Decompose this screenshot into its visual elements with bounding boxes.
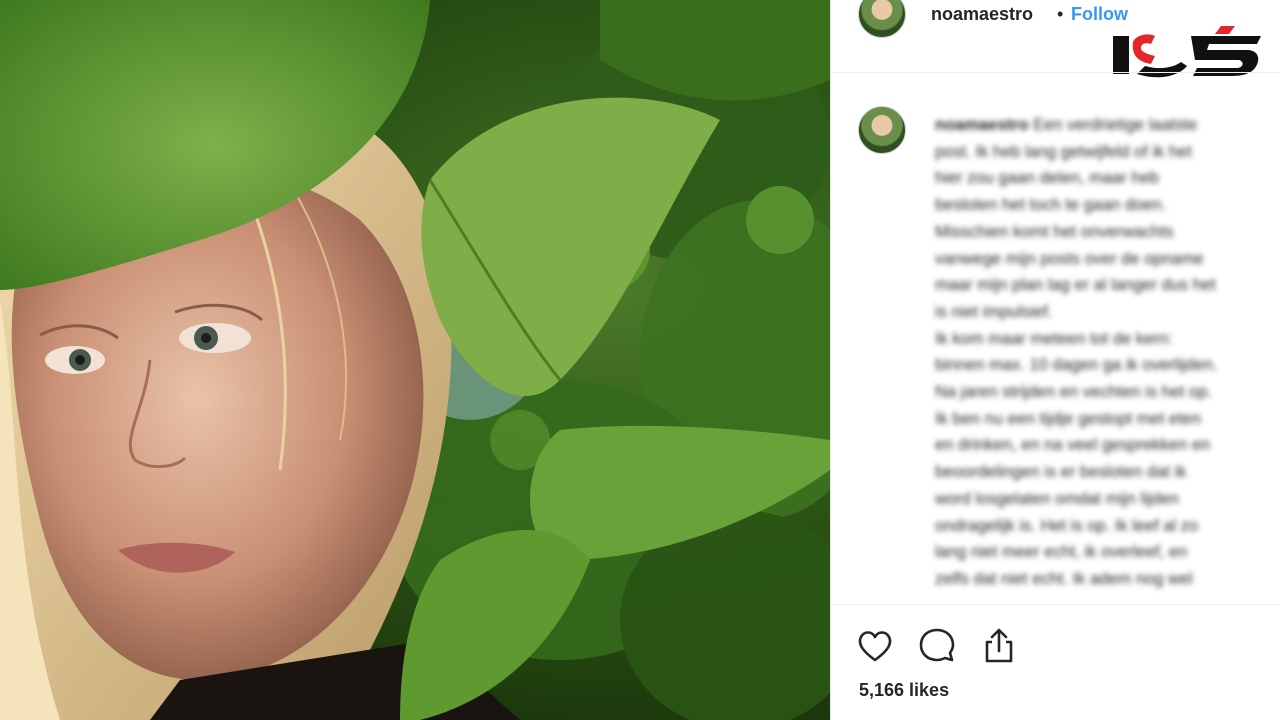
author-avatar[interactable] bbox=[858, 0, 906, 38]
caption-line: lang niet meer echt, ik overleef, en bbox=[935, 543, 1188, 562]
caption-line: Ik kom maar meteen tot de kern: bbox=[935, 329, 1173, 348]
caption-line: binnen max. 10 dagen ga ik overlijden. bbox=[935, 356, 1218, 375]
caption-line: ondragelijk is. Het is op. Ik leef al zo bbox=[935, 516, 1199, 535]
heart-icon[interactable] bbox=[855, 626, 895, 666]
caption-line: zelfs dat niet echt. Ik adem nog wel bbox=[935, 569, 1193, 588]
caption-line: Ik ben nu een tijdje gestopt met eten bbox=[935, 409, 1202, 428]
caption-line: beoordelingen is er besloten dat ik bbox=[935, 463, 1187, 482]
post-photo bbox=[0, 0, 830, 720]
caption-author-avatar[interactable] bbox=[858, 106, 906, 154]
caption-line: Een verdrietige laatste bbox=[1028, 116, 1198, 134]
likes-count[interactable]: 5,166 likes bbox=[859, 680, 949, 701]
post-detail-panel: noamaestro • Follow noamaestro Een verdr… bbox=[830, 0, 1280, 720]
caption-line: maar mijn plan lag er al langer dus het bbox=[935, 276, 1216, 295]
caption-line: is niet impulsief. bbox=[935, 302, 1053, 321]
author-username[interactable]: noamaestro bbox=[931, 4, 1033, 25]
share-icon[interactable] bbox=[979, 626, 1019, 666]
caption-line: en drinken, en na veel gesprekken en bbox=[935, 436, 1211, 455]
caption-line: Na jaren strijden en vechten is het op. bbox=[935, 383, 1212, 402]
caption-line: hier zou gaan delen, maar heb bbox=[935, 169, 1159, 188]
header-divider bbox=[831, 72, 1280, 73]
caption-line: post. Ik heb lang getwijfeld of ik het bbox=[935, 142, 1192, 161]
portrait-photo-illustration bbox=[0, 0, 830, 720]
post-caption: noamaestro Een verdrietige laatste post.… bbox=[935, 112, 1280, 600]
separator-dot: • bbox=[1057, 4, 1064, 24]
site-logo bbox=[1113, 26, 1261, 78]
caption-line: besloten het toch te gaan doen. bbox=[935, 196, 1167, 215]
comment-icon[interactable] bbox=[917, 626, 957, 666]
caption-line: vanwege mijn posts over de opname bbox=[935, 249, 1204, 268]
actions-divider bbox=[831, 604, 1280, 605]
caption-username[interactable]: noamaestro bbox=[935, 116, 1029, 134]
caption-line: Misschien komt het onverwachts bbox=[935, 222, 1174, 241]
caption-line: word losgelaten omdat mijn lijden bbox=[935, 489, 1179, 508]
